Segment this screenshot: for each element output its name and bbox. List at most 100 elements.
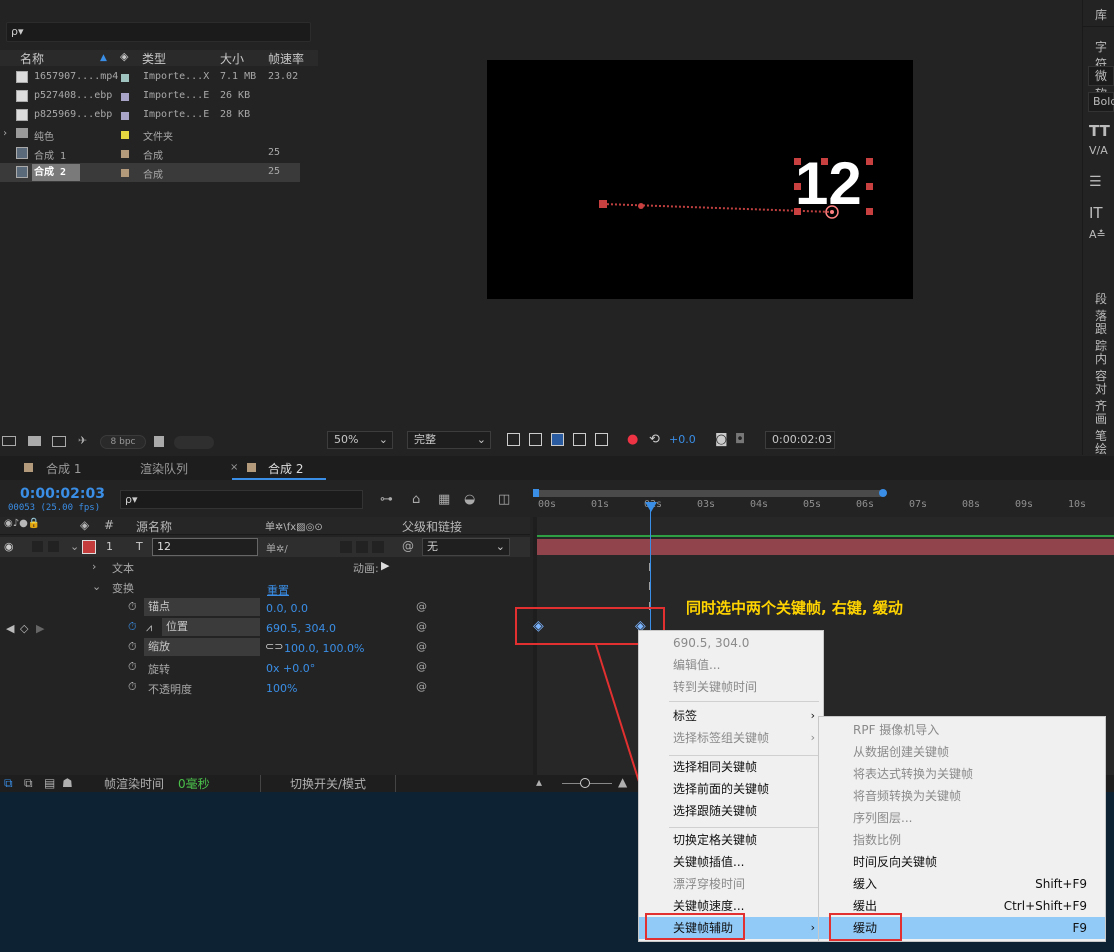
- col-parent[interactable]: 父级和链接: [402, 518, 462, 535]
- timeline-search-input[interactable]: ρ▾: [120, 490, 363, 509]
- stopwatch-icon[interactable]: ⏱: [128, 600, 137, 614]
- stopwatch-icon[interactable]: ⏱: [128, 680, 137, 694]
- tab-render-queue[interactable]: 渲染队列: [140, 460, 188, 477]
- timeline-timecode[interactable]: 0:00:02:03: [20, 486, 105, 502]
- col-size[interactable]: 大小: [220, 50, 244, 67]
- col-source-name[interactable]: 源名称: [136, 518, 172, 535]
- font-style-select[interactable]: Bold: [1088, 92, 1114, 112]
- quality-select[interactable]: 完整 ⌄: [407, 431, 491, 449]
- transform-group[interactable]: 变换: [112, 580, 134, 596]
- label-swatch[interactable]: [121, 150, 129, 158]
- new-folder-icon[interactable]: [28, 436, 41, 446]
- work-area-start-handle[interactable]: [533, 489, 539, 497]
- mask-visibility-icon[interactable]: [551, 433, 564, 446]
- font-family-select[interactable]: 微软: [1088, 66, 1114, 101]
- layer-label-color[interactable]: [82, 540, 96, 554]
- chevron-down-icon[interactable]: ⌄: [70, 540, 79, 553]
- text-group[interactable]: 文本: [112, 560, 134, 576]
- stopwatch-icon[interactable]: ⏱: [128, 620, 137, 634]
- context-menu-item[interactable]: 漂浮穿梭时间: [639, 873, 823, 895]
- transparency-grid-icon[interactable]: [529, 433, 542, 446]
- property-name[interactable]: 缩放: [144, 638, 260, 656]
- lock-toggle[interactable]: [48, 541, 59, 552]
- comp-mini-flowchart-icon[interactable]: ⧉: [4, 776, 13, 791]
- expand-text-icon[interactable]: ›: [92, 560, 96, 573]
- zoom-out-icon[interactable]: ▴: [536, 775, 542, 789]
- expression-pickwhip-icon[interactable]: @: [416, 680, 427, 693]
- zoom-slider-thumb[interactable]: [580, 778, 590, 788]
- eye-visibility-icon[interactable]: ◉: [4, 540, 14, 553]
- expression-pickwhip-icon[interactable]: @: [416, 660, 427, 673]
- context-menu-item[interactable]: 选择相同关键帧: [639, 756, 823, 778]
- submenu-item[interactable]: 时间反向关键帧: [819, 851, 1105, 873]
- animate-label[interactable]: 动画:: [353, 560, 379, 576]
- switch-box[interactable]: [356, 541, 368, 553]
- label-swatch[interactable]: [121, 169, 129, 177]
- property-name[interactable]: 不透明度: [148, 681, 192, 697]
- toggle-switches-icon[interactable]: ⧉: [24, 776, 33, 791]
- project-search-input[interactable]: ρ▾: [6, 22, 311, 42]
- exposure-value[interactable]: +0.0: [669, 433, 696, 446]
- submenu-item[interactable]: 将音频转换为关键帧: [819, 785, 1105, 807]
- toggle-transfer-icon[interactable]: ▤: [44, 776, 55, 790]
- shy-layers-icon[interactable]: ▦: [438, 492, 450, 507]
- project-item[interactable]: 合成 2 合成 25: [0, 163, 300, 182]
- pick-whip-icon[interactable]: @: [402, 539, 414, 553]
- label-swatch[interactable]: [121, 93, 129, 101]
- submenu-item[interactable]: 从数据创建关键帧: [819, 741, 1105, 763]
- context-menu-item[interactable]: 转到关键帧时间: [639, 676, 823, 698]
- project-item[interactable]: p527408...ebp Importe...E 26 KB: [0, 87, 300, 106]
- close-tab-icon[interactable]: ×: [230, 462, 238, 473]
- expression-pickwhip-icon[interactable]: @: [416, 620, 427, 633]
- context-menu-item[interactable]: 选择前面的关键帧: [639, 778, 823, 800]
- trash-icon[interactable]: [154, 436, 164, 447]
- grid-guides-icon[interactable]: [595, 433, 608, 446]
- prev-keyframe-icon[interactable]: ◀: [6, 622, 14, 635]
- property-value[interactable]: 100.0, 100.0%: [284, 642, 364, 655]
- expression-pickwhip-icon[interactable]: @: [416, 600, 427, 613]
- switch-box[interactable]: [340, 541, 352, 553]
- tab-comp-1[interactable]: 合成 1: [46, 460, 81, 477]
- animate-menu-icon[interactable]: ▶: [381, 559, 389, 572]
- work-area-end-handle[interactable]: [879, 489, 887, 497]
- property-value[interactable]: 0.0, 0.0: [266, 602, 308, 615]
- new-composition-icon[interactable]: [52, 436, 66, 447]
- paragraph-tab[interactable]: 段落: [1095, 290, 1114, 324]
- toggle-switches-modes-button[interactable]: 切换开关/模式: [260, 775, 396, 792]
- layer-switches[interactable]: 单✲/: [266, 540, 288, 555]
- solo-toggle[interactable]: [32, 541, 43, 552]
- tab-comp-2[interactable]: 合成 2: [268, 460, 303, 477]
- property-value[interactable]: 690.5, 304.0: [266, 622, 336, 635]
- zoom-in-icon[interactable]: ▲: [618, 775, 627, 789]
- viewer-timecode[interactable]: 0:00:02:03: [765, 431, 835, 449]
- bpc-button[interactable]: 8 bpc: [100, 435, 146, 449]
- project-item[interactable]: p825969...ebp Importe...E 28 KB: [0, 106, 300, 125]
- interpret-footage-icon[interactable]: [2, 436, 16, 446]
- project-item[interactable]: 1657907....mp4 Importe...X 7.1 MB 23.02: [0, 68, 300, 87]
- playhead-handle[interactable]: [645, 502, 657, 512]
- col-type[interactable]: 类型: [142, 50, 166, 67]
- library-tab[interactable]: 库: [1095, 6, 1107, 23]
- context-menu-item[interactable]: 切换定格关键帧: [639, 829, 823, 851]
- add-keyframe-icon[interactable]: ◇: [20, 622, 28, 635]
- layer-row[interactable]: ◉ ⌄ 1 T 12 单✲/ @ 无 ⌄: [0, 537, 530, 557]
- frame-blending-icon[interactable]: ◒: [464, 492, 475, 507]
- region-of-interest-icon[interactable]: [573, 433, 586, 446]
- reset-exposure-icon[interactable]: ⟲: [649, 432, 660, 447]
- thumbnail-slider[interactable]: [174, 436, 214, 449]
- next-keyframe-icon[interactable]: ▶: [36, 622, 44, 635]
- label-swatch[interactable]: [121, 74, 129, 82]
- brushes-tab[interactable]: 画笔: [1095, 410, 1114, 444]
- property-name[interactable]: 旋转: [148, 661, 170, 677]
- canvas-text-layer[interactable]: 12: [795, 152, 862, 216]
- color-channels-icon[interactable]: ●: [627, 432, 638, 447]
- col-name[interactable]: 名称: [20, 50, 44, 67]
- stopwatch-icon[interactable]: ⏱: [128, 660, 137, 674]
- expression-pickwhip-icon[interactable]: @: [416, 640, 427, 653]
- time-ruler[interactable]: 00s 01s 02s 03s 04s 05s 06s 07s 08s 09s 10s: [533, 489, 1114, 516]
- context-menu-item[interactable]: 标签 ›: [639, 705, 823, 727]
- layer-duration-bar[interactable]: [537, 539, 1114, 555]
- graph-toggle-icon[interactable]: ⩘: [146, 621, 152, 635]
- property-name[interactable]: 锚点: [144, 598, 260, 616]
- snapshot-region-icon[interactable]: [507, 433, 520, 446]
